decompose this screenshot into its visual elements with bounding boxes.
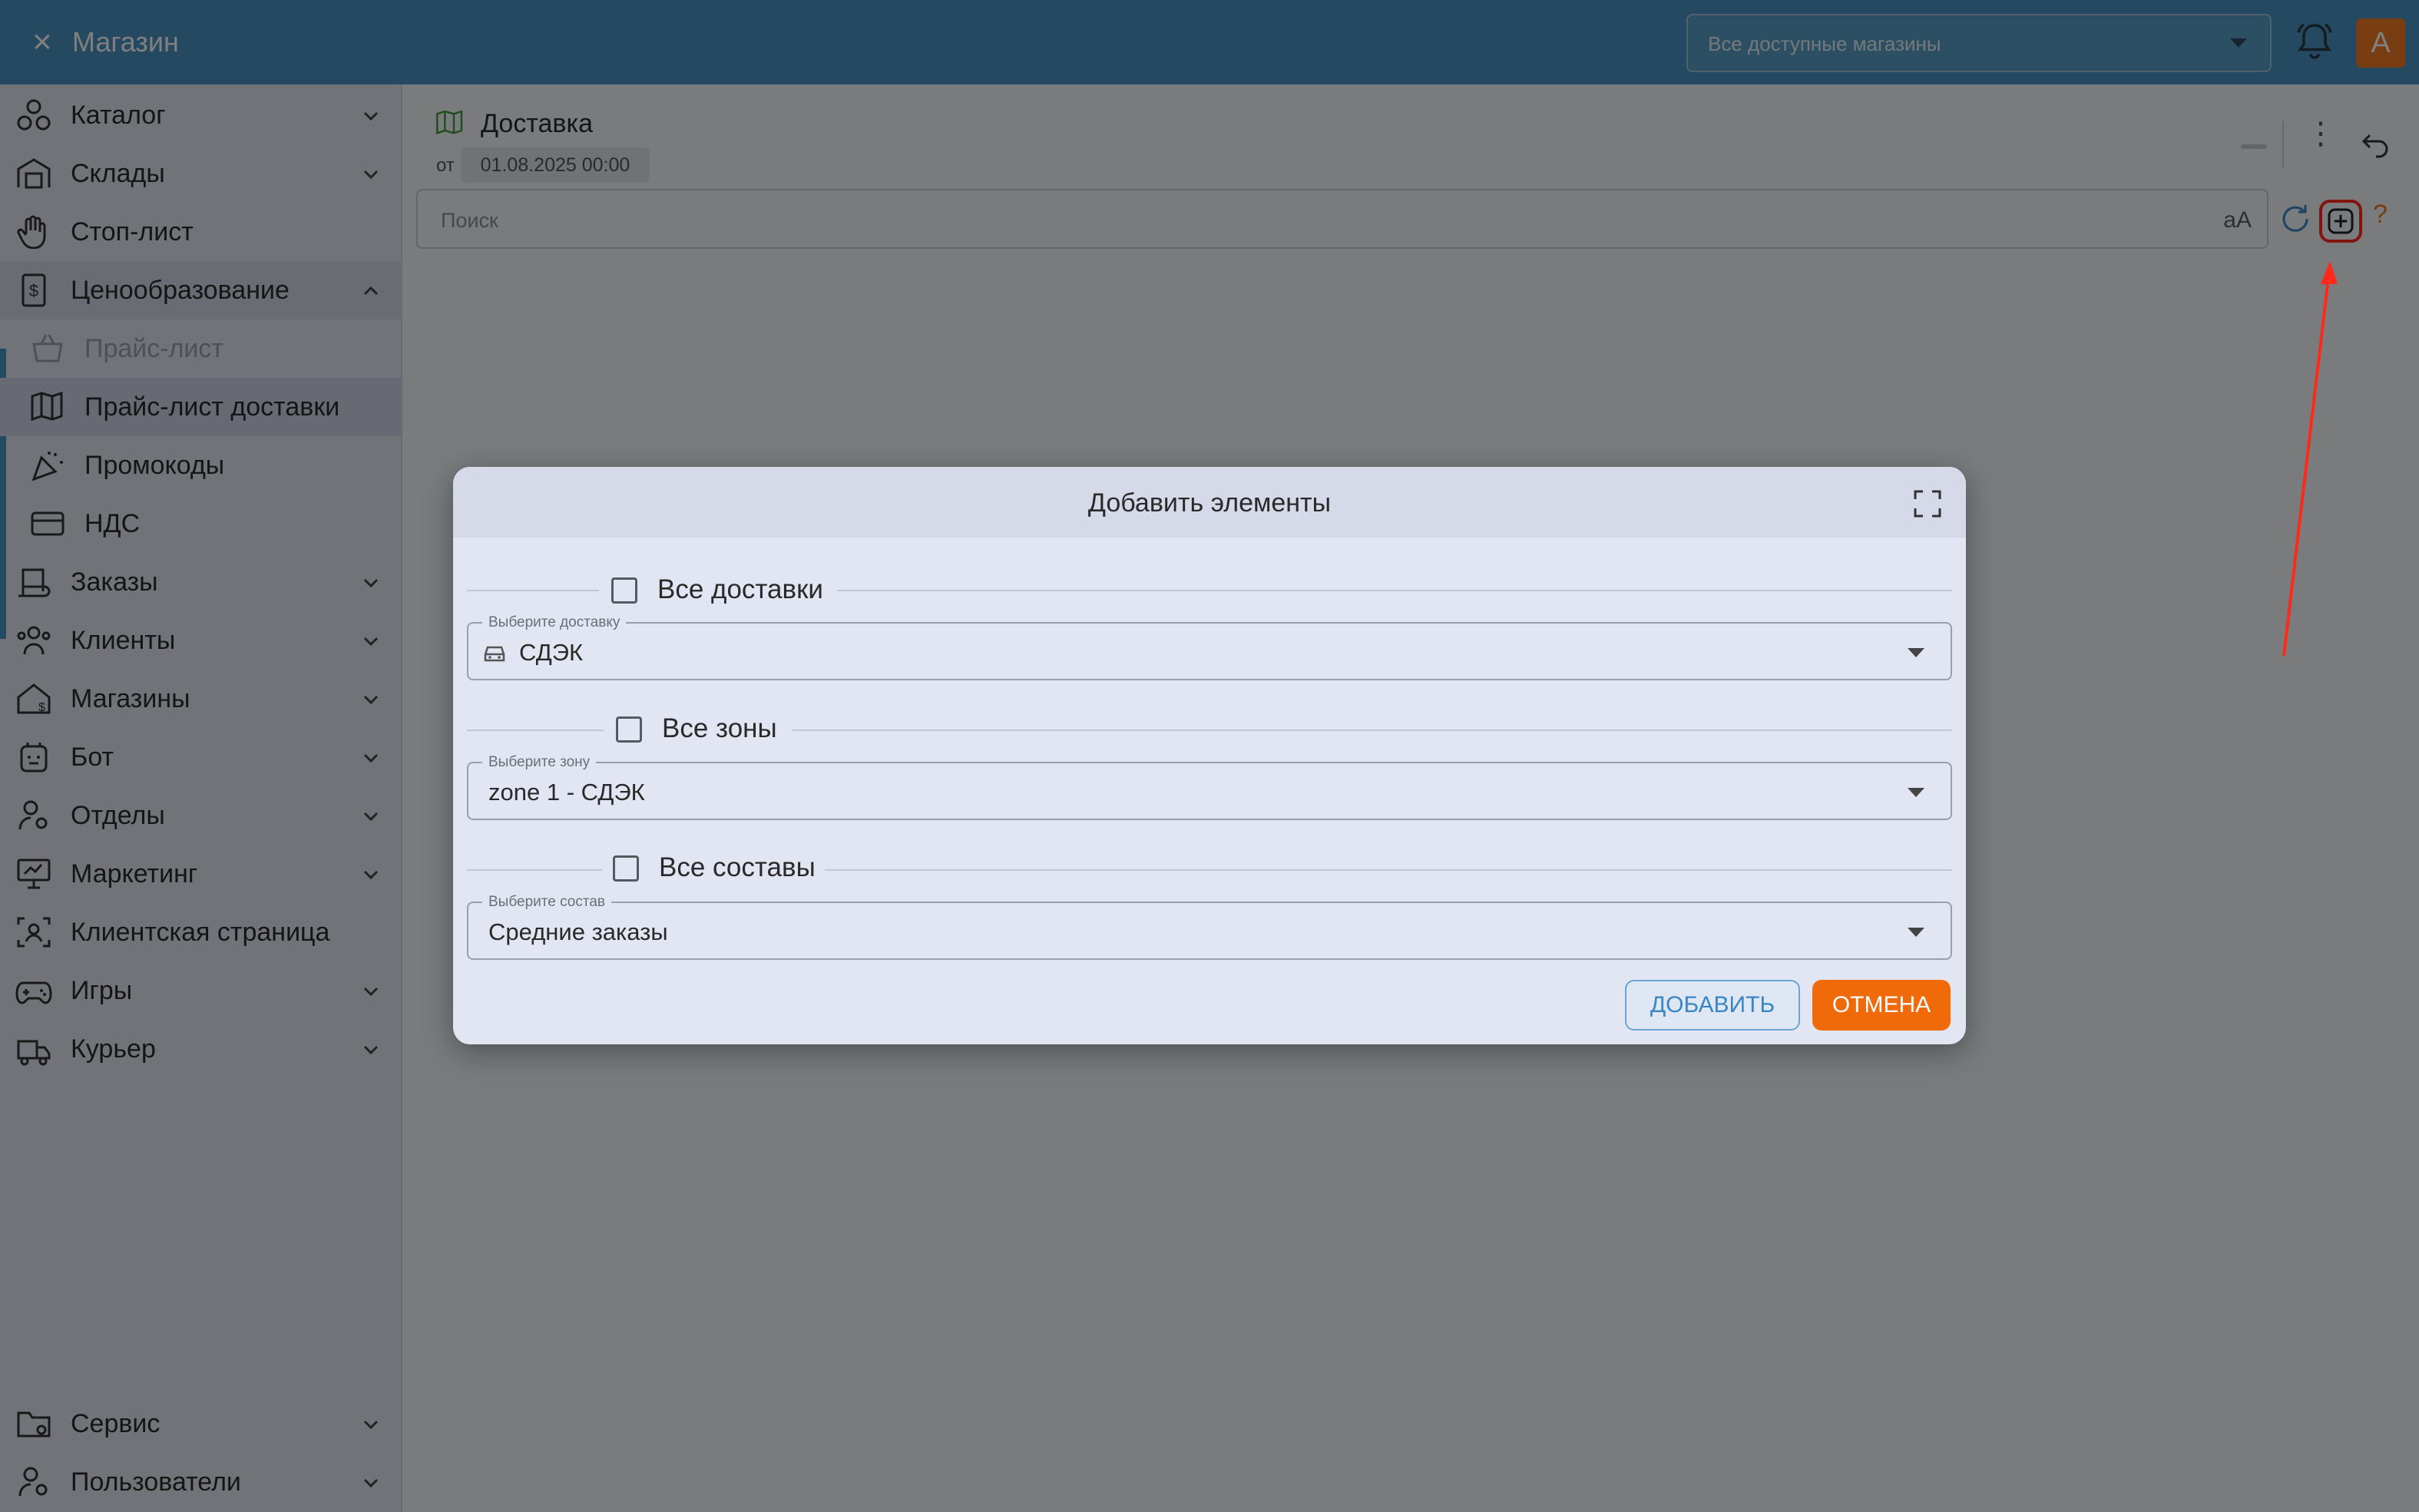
cancel-button[interactable]: ОТМЕНА xyxy=(1812,980,1951,1031)
section-divider xyxy=(467,590,599,591)
composition-select-value: Средние заказы xyxy=(488,918,668,945)
delivery-select-value: СДЭК xyxy=(519,639,584,666)
section-divider xyxy=(467,869,602,871)
all-zones-checkbox[interactable] xyxy=(616,716,642,743)
add-items-dialog: Добавить элементы Все доставки Выберите … xyxy=(453,467,1966,1044)
composition-select[interactable]: Выберите состав Средние заказы xyxy=(467,894,1952,960)
all-compositions-label: Все составы xyxy=(659,852,816,882)
zone-select-label: Выберите зону xyxy=(482,754,597,771)
all-deliveries-label: Все доставки xyxy=(657,574,823,604)
section-divider xyxy=(837,590,1952,591)
delivery-select[interactable]: Выберите доставку СДЭК xyxy=(467,614,1952,680)
add-button[interactable]: ДОБАВИТЬ xyxy=(1625,980,1800,1031)
chevron-down-icon xyxy=(1908,788,1924,797)
chevron-down-icon xyxy=(1908,648,1924,657)
zone-select[interactable]: Выберите зону zone 1 - СДЭК xyxy=(467,754,1952,820)
delivery-select-label: Выберите доставку xyxy=(482,614,627,631)
dialog-title: Добавить элементы xyxy=(1087,488,1332,518)
all-deliveries-checkbox[interactable] xyxy=(611,577,637,604)
composition-select-label: Выберите состав xyxy=(482,894,612,911)
zone-select-value: zone 1 - СДЭК xyxy=(488,779,645,806)
chevron-down-icon xyxy=(1908,928,1924,937)
fullscreen-icon[interactable] xyxy=(1914,490,1941,518)
section-divider xyxy=(793,730,1952,731)
section-divider xyxy=(825,869,1952,871)
all-zones-label: Все зоны xyxy=(662,713,777,743)
car-icon xyxy=(484,646,505,662)
section-divider xyxy=(467,730,604,731)
all-compositions-checkbox[interactable] xyxy=(613,855,639,882)
